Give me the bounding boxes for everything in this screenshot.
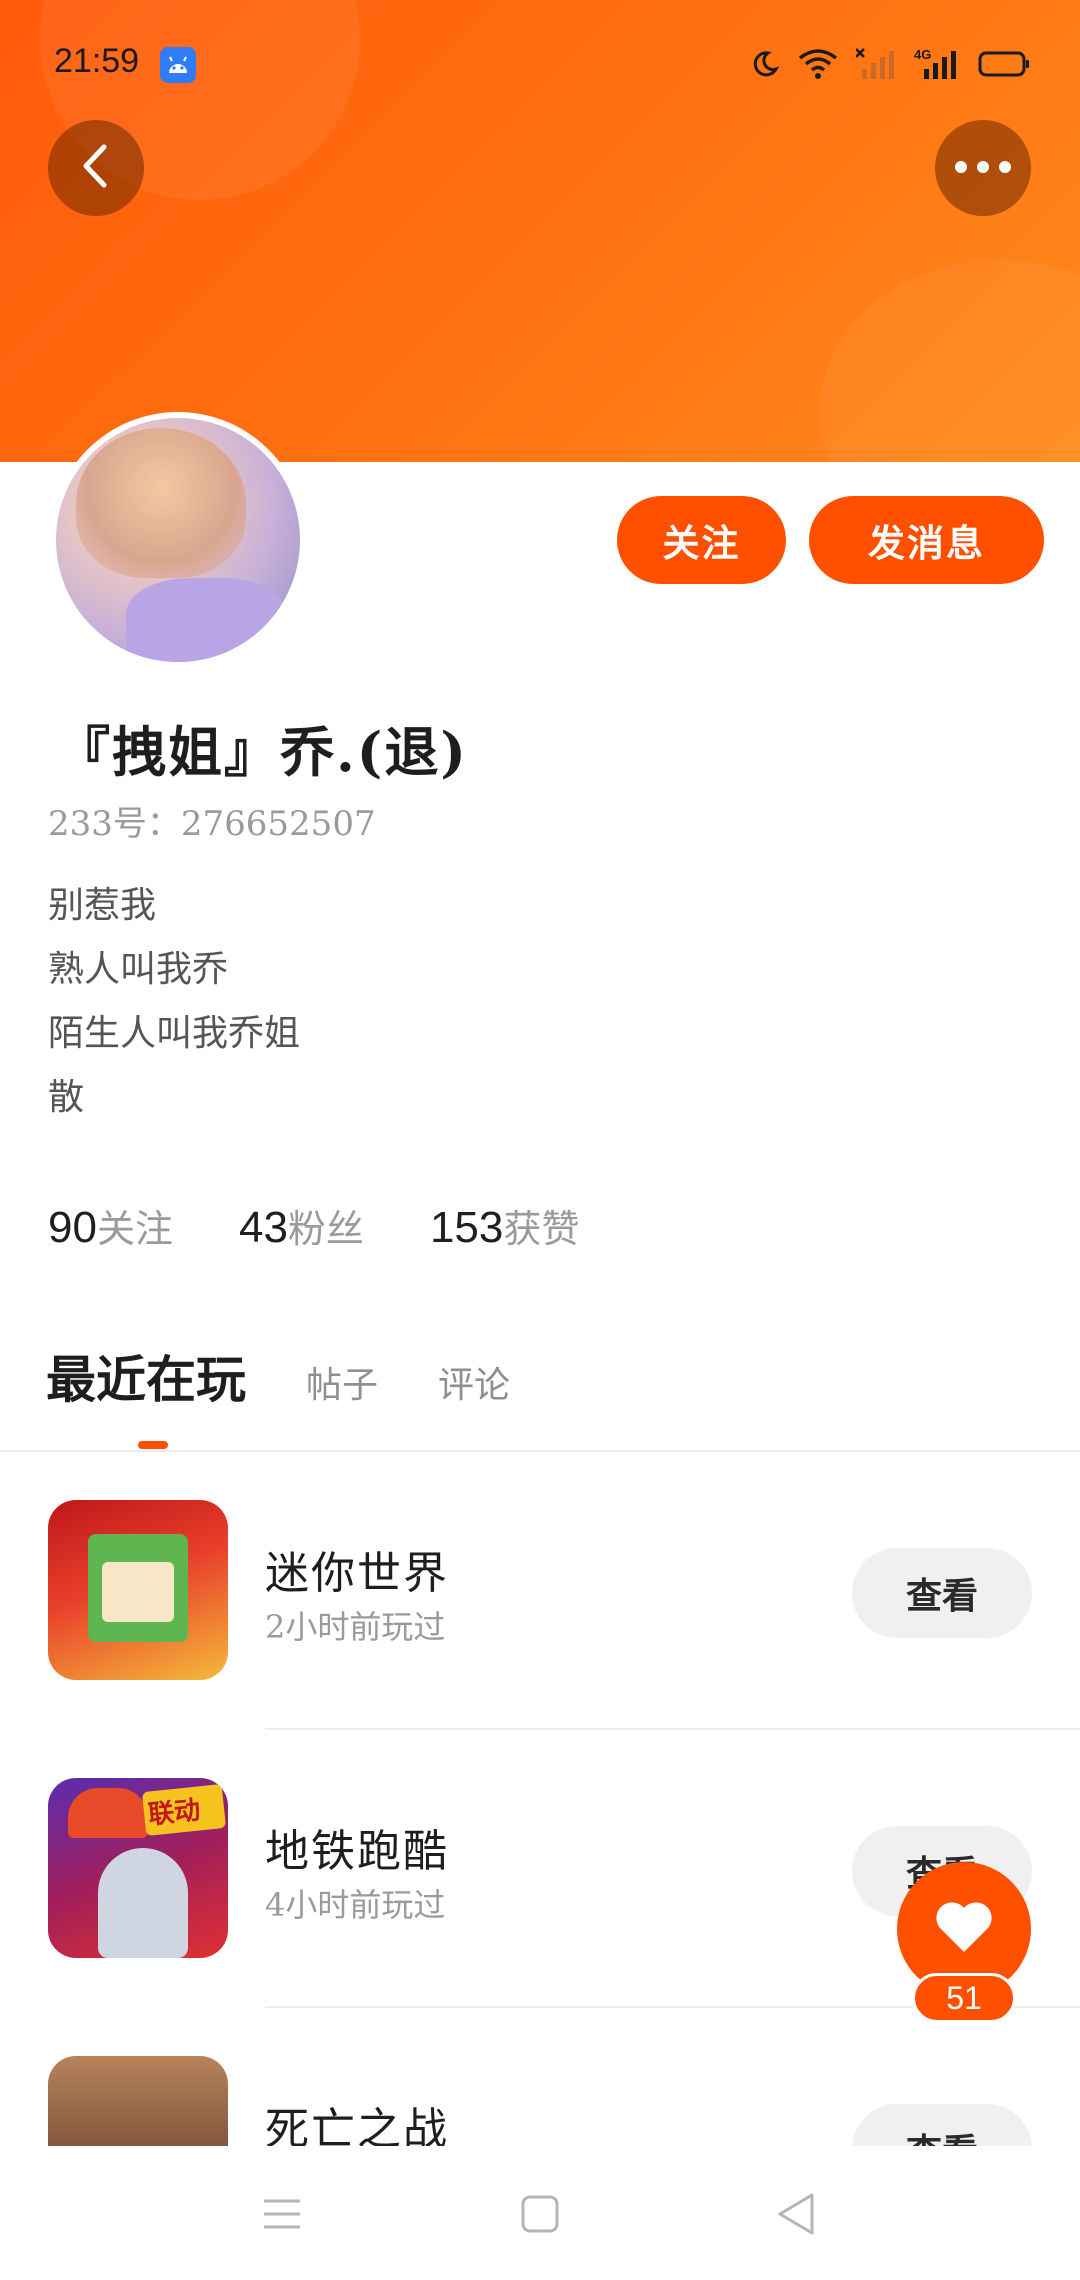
game-played-time: 2小时前玩过 <box>265 1608 446 1646</box>
signal-x-icon <box>856 47 896 81</box>
game-played-time: 4小时前玩过 <box>265 1886 446 1924</box>
nickname: 『拽姐』乔.(退) <box>56 720 468 784</box>
game-icon <box>48 1500 228 1680</box>
android-app-icon <box>160 47 196 83</box>
signal-4g-icon: 4G <box>914 47 960 81</box>
more-dots-icon <box>953 159 1013 178</box>
tab-posts[interactable]: 帖子 <box>306 1356 378 1408</box>
list-item[interactable]: 死亡之战 查看 <box>0 2008 1080 2146</box>
wifi-icon <box>798 48 838 80</box>
bio-line: 熟人叫我乔 <box>48 949 229 990</box>
bio-line: 陌生人叫我乔姐 <box>48 1013 301 1054</box>
bio-line: 散 <box>48 1077 85 1118</box>
menu-button[interactable] <box>252 2186 312 2246</box>
stat-fans[interactable]: 43 粉丝 <box>239 1198 364 1253</box>
system-navigation-bar <box>0 2146 1080 2280</box>
avatar[interactable] <box>50 412 306 668</box>
stat-label: 关注 <box>96 1207 173 1251</box>
heart-icon <box>934 1900 994 1958</box>
system-back-button[interactable] <box>766 2186 826 2246</box>
chevron-left-icon <box>76 141 116 195</box>
svg-text:4G: 4G <box>914 47 931 62</box>
home-square-icon <box>520 2194 560 2238</box>
more-options-button[interactable] <box>935 120 1031 216</box>
follow-button[interactable]: 关注 <box>617 496 786 584</box>
stat-value: 153 <box>429 1203 504 1252</box>
game-icon: 联动 <box>48 1778 228 1958</box>
send-message-button[interactable]: 发消息 <box>809 496 1044 584</box>
game-name: 迷你世界 <box>265 1548 449 1599</box>
tab-recently-played[interactable]: 最近在玩 <box>46 1340 246 1412</box>
bio-line: 别惹我 <box>48 885 157 926</box>
stat-value: 90 <box>48 1203 97 1252</box>
tab-indicator <box>138 1441 168 1449</box>
like-count: 51 <box>912 1973 1016 2023</box>
game-name: 死亡之战 <box>265 2104 449 2146</box>
game-badge: 联动 <box>146 1795 202 1831</box>
profile-stats: 90 关注 43 粉丝 153 获赞 <box>48 1198 645 1253</box>
tab-comments[interactable]: 评论 <box>438 1356 510 1408</box>
recent-games-list: 迷你世界 2小时前玩过 查看 联动 地铁跑酷 4小时前玩过 查看 死亡之战 查看 <box>0 1452 1080 2146</box>
stat-following[interactable]: 90 关注 <box>48 1198 173 1253</box>
bio: 别惹我 熟人叫我乔 陌生人叫我乔姐 散 <box>48 874 300 1130</box>
list-item[interactable]: 迷你世界 2小时前玩过 查看 <box>0 1452 1080 1730</box>
status-time: 21:59 <box>54 42 140 80</box>
game-icon <box>48 2056 228 2146</box>
stat-label: 粉丝 <box>287 1207 364 1251</box>
moon-icon <box>750 49 780 79</box>
stat-likes[interactable]: 153 获赞 <box>430 1198 579 1253</box>
profile-tabs: 最近在玩 帖子 评论 <box>46 1340 570 1412</box>
status-bar: 21:59 4G <box>0 0 1080 130</box>
game-name: 地铁跑酷 <box>265 1826 449 1877</box>
stat-label: 获赞 <box>503 1207 580 1251</box>
view-button[interactable]: 查看 <box>852 1548 1032 1638</box>
home-button[interactable] <box>510 2186 570 2246</box>
view-button[interactable]: 查看 <box>852 2104 1032 2146</box>
back-button[interactable] <box>48 120 144 216</box>
menu-icon <box>262 2196 302 2236</box>
back-triangle-icon <box>776 2192 816 2240</box>
battery-icon <box>978 50 1030 78</box>
user-id: 233号：276652507 <box>48 804 376 844</box>
stat-value: 43 <box>238 1203 288 1252</box>
